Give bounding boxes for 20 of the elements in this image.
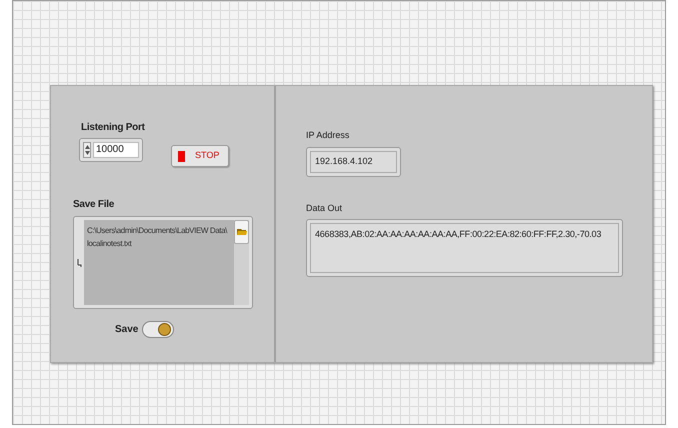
stop-button[interactable]: STOP (171, 145, 229, 167)
spin-buttons[interactable] (83, 142, 91, 158)
save-file-label: Save File (73, 198, 116, 212)
stop-light-icon (178, 150, 185, 162)
down-arrow-icon (84, 151, 90, 155)
port-field[interactable]: 10000 (79, 138, 143, 162)
port-value: 10000 (93, 142, 139, 158)
file-path-text: C:\Users\admin\Documents\LabVIEW Data\ localinotest.txt (84, 220, 234, 305)
cursor-icon (77, 258, 82, 266)
up-arrow-icon (84, 145, 90, 149)
ip-address-label: IP Address (306, 129, 350, 142)
data-out-value: 4668383,AB:02:AA:AA:AA:AA:AA:AA,FF:00:22:EA:82:60:FF:FF,2.30,-70.03 (310, 223, 619, 273)
save-label: Save (115, 323, 138, 337)
data-out-label: Data Out (306, 202, 344, 214)
port-label: Listening Port (80, 121, 146, 135)
browse-button[interactable] (234, 220, 249, 244)
file-path-field[interactable]: C:\Users\admin\Documents\LabVIEW Data\ localinotest.txt (73, 216, 253, 309)
save-toggle[interactable] (142, 321, 174, 338)
ip-address-value: 192.168.4.102 (310, 150, 397, 172)
folder-icon (236, 228, 246, 236)
